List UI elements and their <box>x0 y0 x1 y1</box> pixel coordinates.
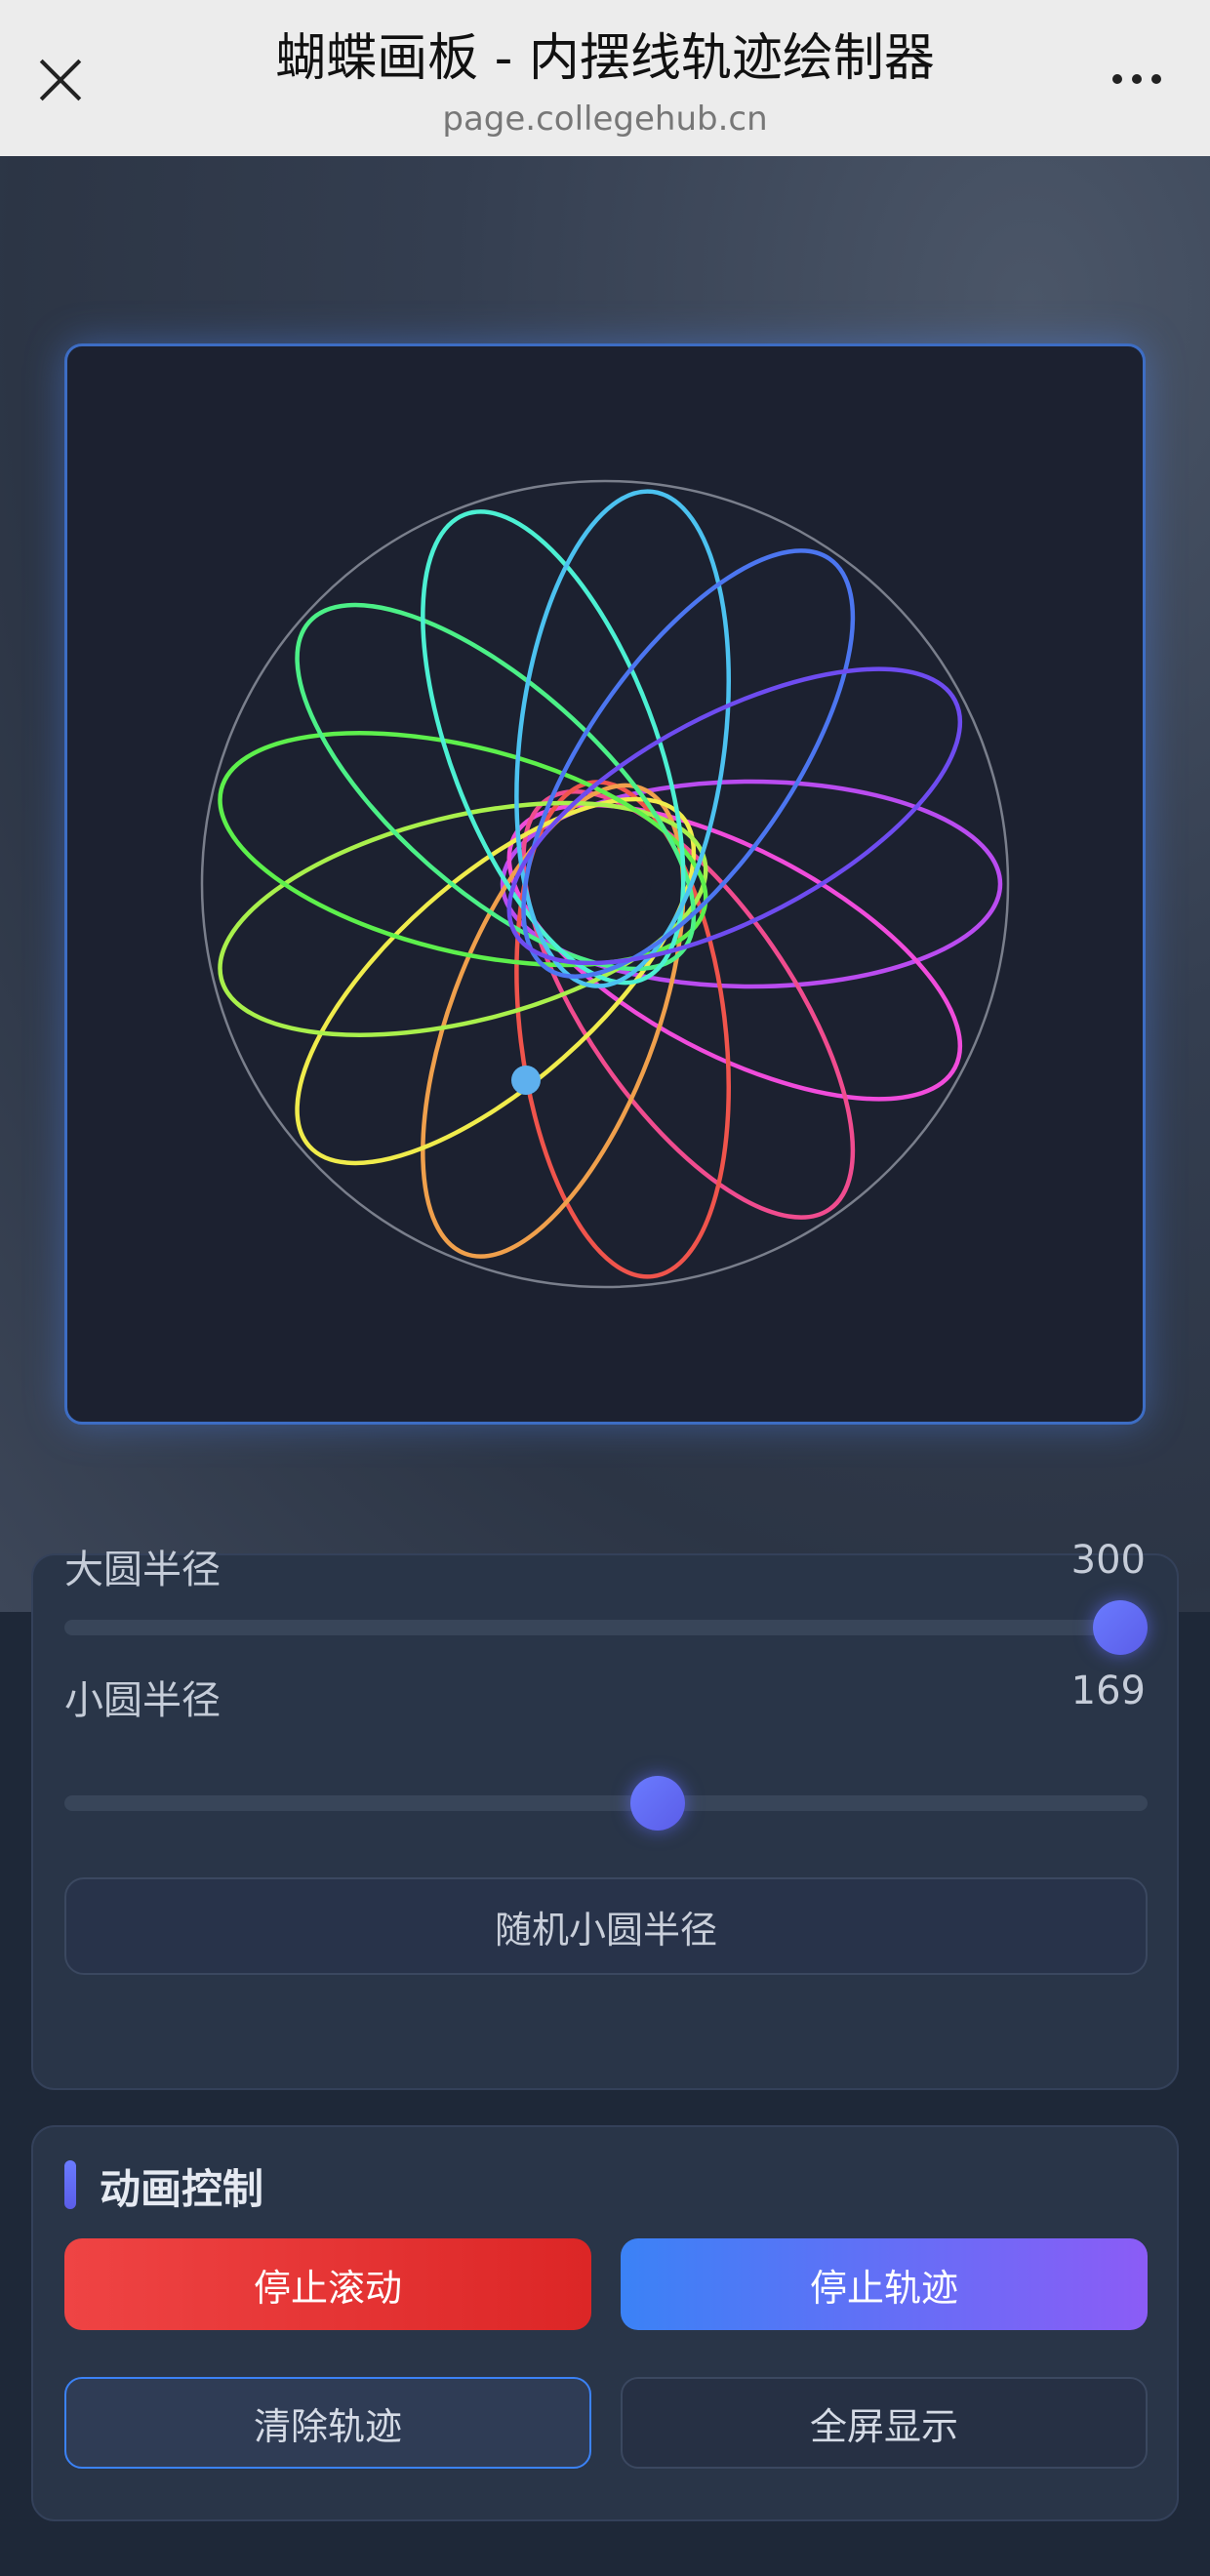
clear-trace-button[interactable]: 清除轨迹 <box>64 2377 591 2469</box>
close-icon[interactable] <box>29 49 92 111</box>
big-radius-label: 大圆半径 <box>64 1548 221 1592</box>
pen-point <box>511 1066 541 1095</box>
small-radius-thumb[interactable] <box>629 1776 685 1831</box>
browser-top-bar: 蝴蝶画板 - 内摆线轨迹绘制器 page.collegehub.cn <box>0 0 1210 156</box>
drawing-canvas[interactable] <box>64 343 1146 1425</box>
fullscreen-button[interactable]: 全屏显示 <box>621 2377 1148 2469</box>
animation-section-title: 动画控制 <box>100 2165 264 2213</box>
more-dot <box>1132 74 1142 84</box>
page-url: page.collegehub.cn <box>442 100 768 139</box>
animation-control-panel: 动画控制 停止滚动 停止轨迹 清除轨迹 全屏显示 <box>31 2125 1179 2521</box>
stop-trace-button[interactable]: 停止轨迹 <box>621 2238 1148 2330</box>
stop-rolling-button[interactable]: 停止滚动 <box>64 2238 591 2330</box>
small-radius-slider[interactable] <box>64 1795 1148 1811</box>
more-dot <box>1151 74 1161 84</box>
center-gap <box>558 829 652 923</box>
small-radius-label: 小圆半径 <box>64 1678 221 1723</box>
hypotrochoid-drawing <box>200 479 1010 1289</box>
small-radius-value: 169 <box>1070 1669 1146 1713</box>
section-accent-bar <box>64 2160 76 2209</box>
big-radius-slider[interactable] <box>64 1620 1148 1635</box>
big-radius-value: 300 <box>1070 1538 1146 1583</box>
page-title: 蝴蝶画板 - 内摆线轨迹绘制器 <box>275 29 935 88</box>
radius-panel: 大圆半径 300 小圆半径 169 随机小圆半径 <box>31 1538 1179 2090</box>
big-radius-thumb[interactable] <box>1093 1600 1148 1655</box>
more-icon[interactable] <box>1093 55 1181 103</box>
random-small-radius-button[interactable]: 随机小圆半径 <box>64 1877 1148 1975</box>
canvas-section <box>0 156 1210 1612</box>
controls-area: 大圆半径 300 小圆半径 169 随机小圆半径 动画控制 停止滚动 停止轨迹 … <box>0 1538 1210 2576</box>
more-dot <box>1112 74 1122 84</box>
